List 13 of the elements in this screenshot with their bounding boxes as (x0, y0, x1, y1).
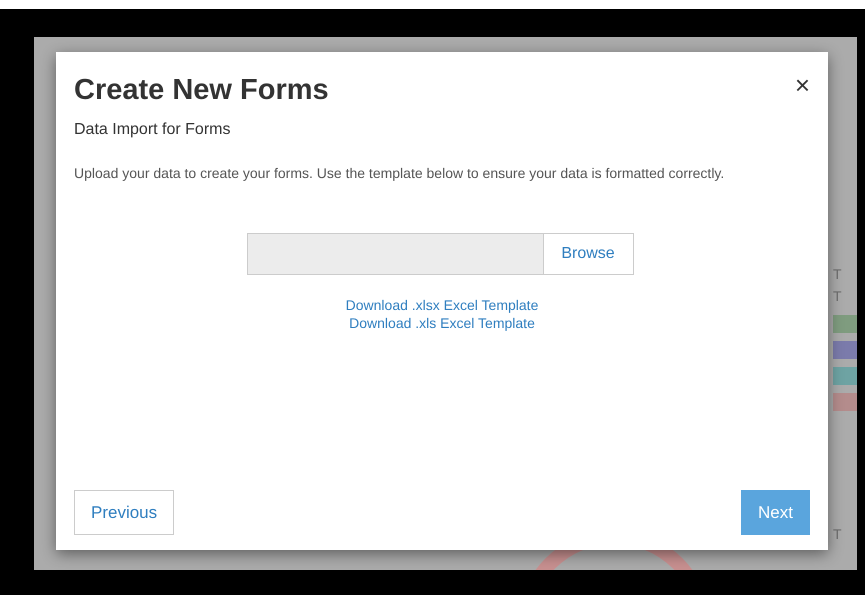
file-field[interactable] (246, 233, 544, 275)
next-button[interactable]: Next (741, 490, 810, 535)
dialog-subtitle: Data Import for Forms (74, 121, 232, 139)
background-text: T (833, 525, 843, 544)
background-text: T (833, 265, 843, 284)
previous-button[interactable]: Previous (74, 490, 174, 535)
close-button[interactable]: × (794, 74, 810, 96)
browse-button[interactable]: Browse (544, 233, 634, 275)
dialog-title: Create New Forms (74, 74, 329, 107)
background-text: T (833, 287, 843, 306)
download-link[interactable]: Download .xls Excel Template (349, 315, 535, 331)
download-link[interactable]: Download .xlsx Excel Template (346, 297, 538, 313)
description-text: Upload your data to create your forms. Use the template below to ensure your data is formatted correctly. (74, 165, 726, 181)
